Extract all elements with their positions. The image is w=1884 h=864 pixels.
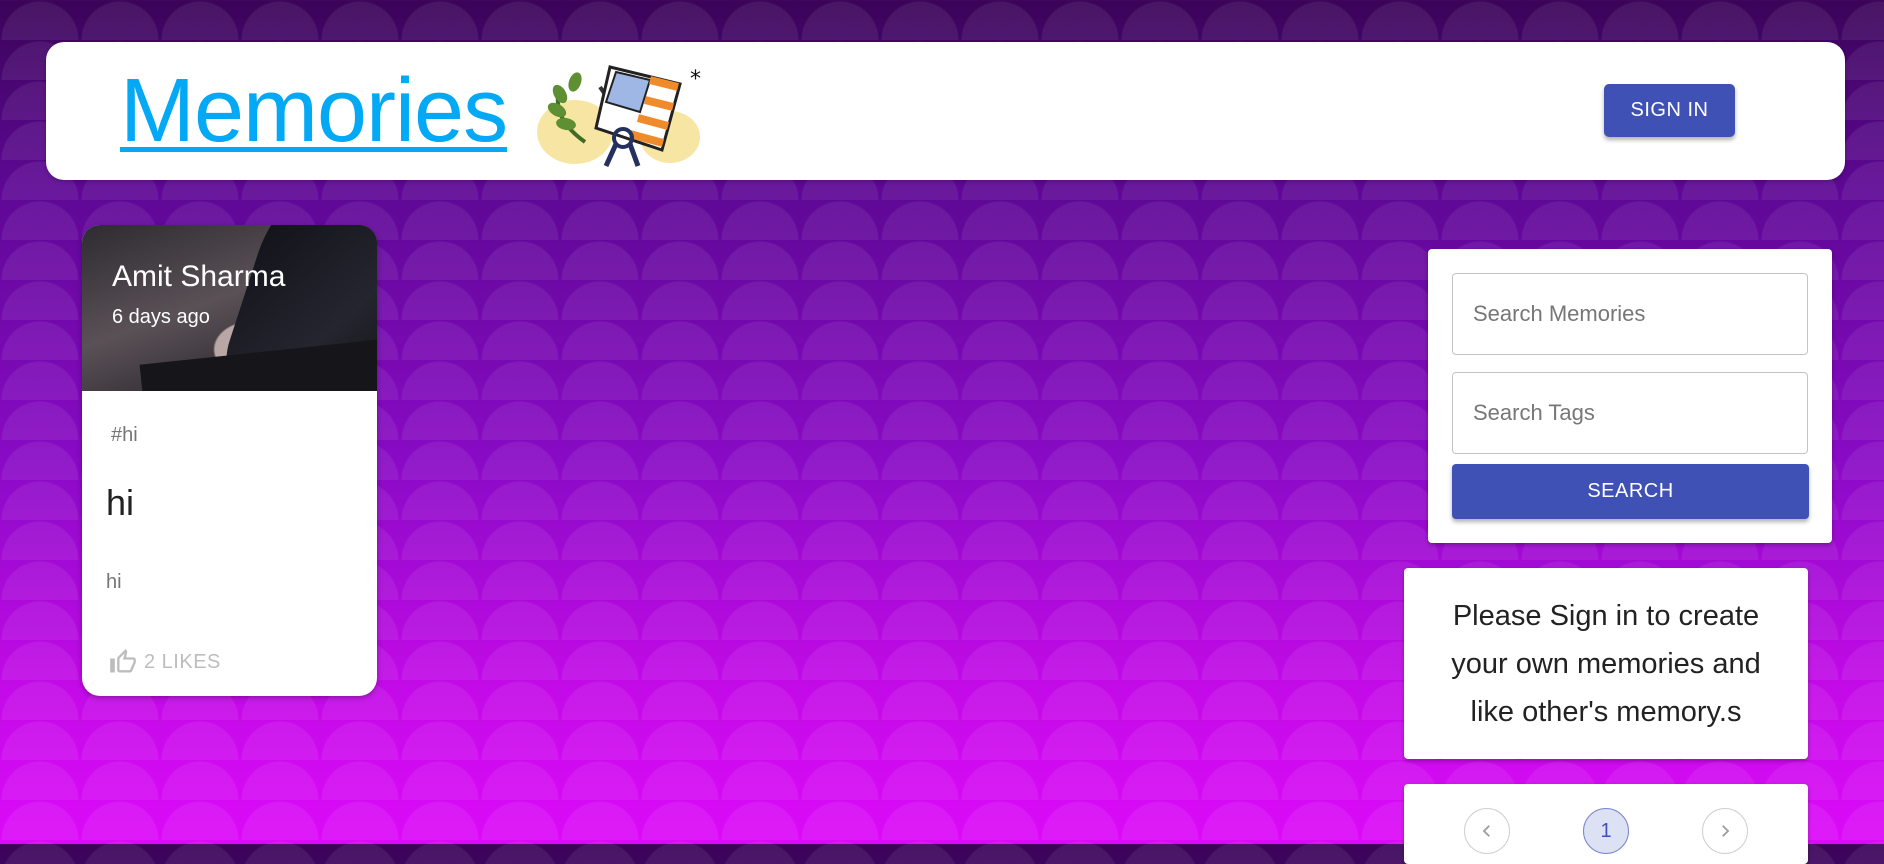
search-tags-input[interactable]	[1452, 372, 1808, 454]
memory-card[interactable]: Amit Sharma 6 days ago #hi hi hi 2 LIKES	[82, 225, 377, 696]
memory-tags: #hi	[111, 424, 138, 446]
chevron-left-icon	[1482, 825, 1490, 837]
like-button[interactable]: 2 LIKES	[102, 644, 227, 680]
search-panel: SEARCH	[1428, 249, 1832, 543]
flag-laurel-logo-icon: *	[537, 65, 701, 168]
page-button-current[interactable]: 1	[1583, 808, 1629, 854]
sign-in-notice: Please Sign in to create your own memori…	[1404, 568, 1808, 759]
svg-text:*: *	[690, 67, 701, 92]
memory-timestamp: 6 days ago	[112, 306, 210, 328]
thumb-up-icon	[110, 649, 136, 673]
brand-link[interactable]: Memories	[120, 56, 508, 166]
memory-image: Amit Sharma 6 days ago	[82, 225, 377, 391]
chevron-right-icon	[1722, 825, 1730, 837]
next-page-button[interactable]	[1702, 808, 1748, 854]
previous-page-button[interactable]	[1464, 808, 1510, 854]
memory-title: hi	[106, 482, 135, 523]
likes-count: 2 LIKES	[144, 650, 221, 673]
search-memories-input[interactable]	[1452, 273, 1808, 355]
sign-in-notice-text: Please Sign in to create your own memori…	[1451, 600, 1761, 728]
memory-author: Amit Sharma	[112, 260, 286, 293]
memory-message: hi	[106, 571, 122, 593]
pagination: 1	[1404, 784, 1808, 864]
app-bar: Memories * SIGN IN	[46, 42, 1845, 180]
search-button[interactable]: SEARCH	[1452, 464, 1809, 519]
sign-in-button[interactable]: SIGN IN	[1604, 84, 1735, 137]
